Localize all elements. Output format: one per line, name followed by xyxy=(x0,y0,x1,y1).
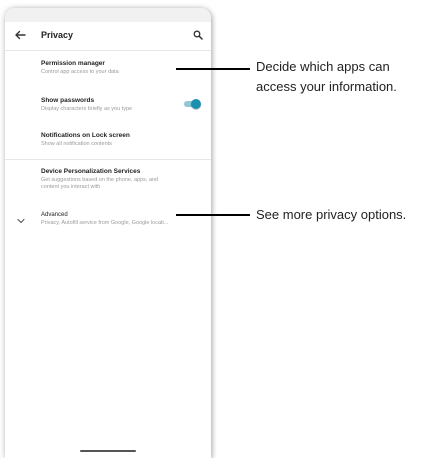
app-bar: Privacy xyxy=(5,22,211,51)
lock-screen-notifications-summary: Show all notification contents xyxy=(41,141,112,147)
advanced-summary: Privacy, Autofill service from Google, G… xyxy=(41,220,169,226)
show-passwords-item[interactable]: Show passwords Display characters briefl… xyxy=(41,97,175,113)
status-bar xyxy=(5,8,211,22)
callout-advanced: See more privacy options. xyxy=(256,207,407,222)
personalization-services-summary-line2: content you interact with xyxy=(41,183,101,190)
show-passwords-toggle[interactable] xyxy=(183,99,201,109)
arrow-back-icon[interactable] xyxy=(14,29,26,41)
search-icon[interactable] xyxy=(193,30,203,40)
lock-screen-notifications-title: Notifications on Lock screen xyxy=(41,132,130,139)
callout-permissions: Decide which apps can access your inform… xyxy=(256,57,397,97)
callout-permissions-line2: access your information. xyxy=(256,79,397,94)
section-divider xyxy=(5,159,211,160)
lock-screen-notifications-item[interactable]: Notifications on Lock screen Show all no… xyxy=(41,132,201,148)
gesture-nav-handle[interactable] xyxy=(80,450,136,452)
personalization-services-item[interactable]: Device Personalization Services Get sugg… xyxy=(41,168,201,190)
show-passwords-summary: Display characters briefly as you type xyxy=(41,106,133,112)
chevron-down-icon[interactable] xyxy=(17,218,25,224)
phone-screen: Privacy Permission manager Control app a… xyxy=(5,8,211,458)
callout-line-advanced xyxy=(176,214,250,216)
toggle-thumb xyxy=(191,99,201,109)
personalization-services-title: Device Personalization Services xyxy=(41,168,141,175)
page-title: Privacy xyxy=(41,30,74,40)
show-passwords-title: Show passwords xyxy=(41,97,95,104)
permission-manager-title: Permission manager xyxy=(41,60,105,67)
callout-line-permissions xyxy=(176,68,250,70)
callout-permissions-line1: Decide which apps can xyxy=(256,59,390,74)
